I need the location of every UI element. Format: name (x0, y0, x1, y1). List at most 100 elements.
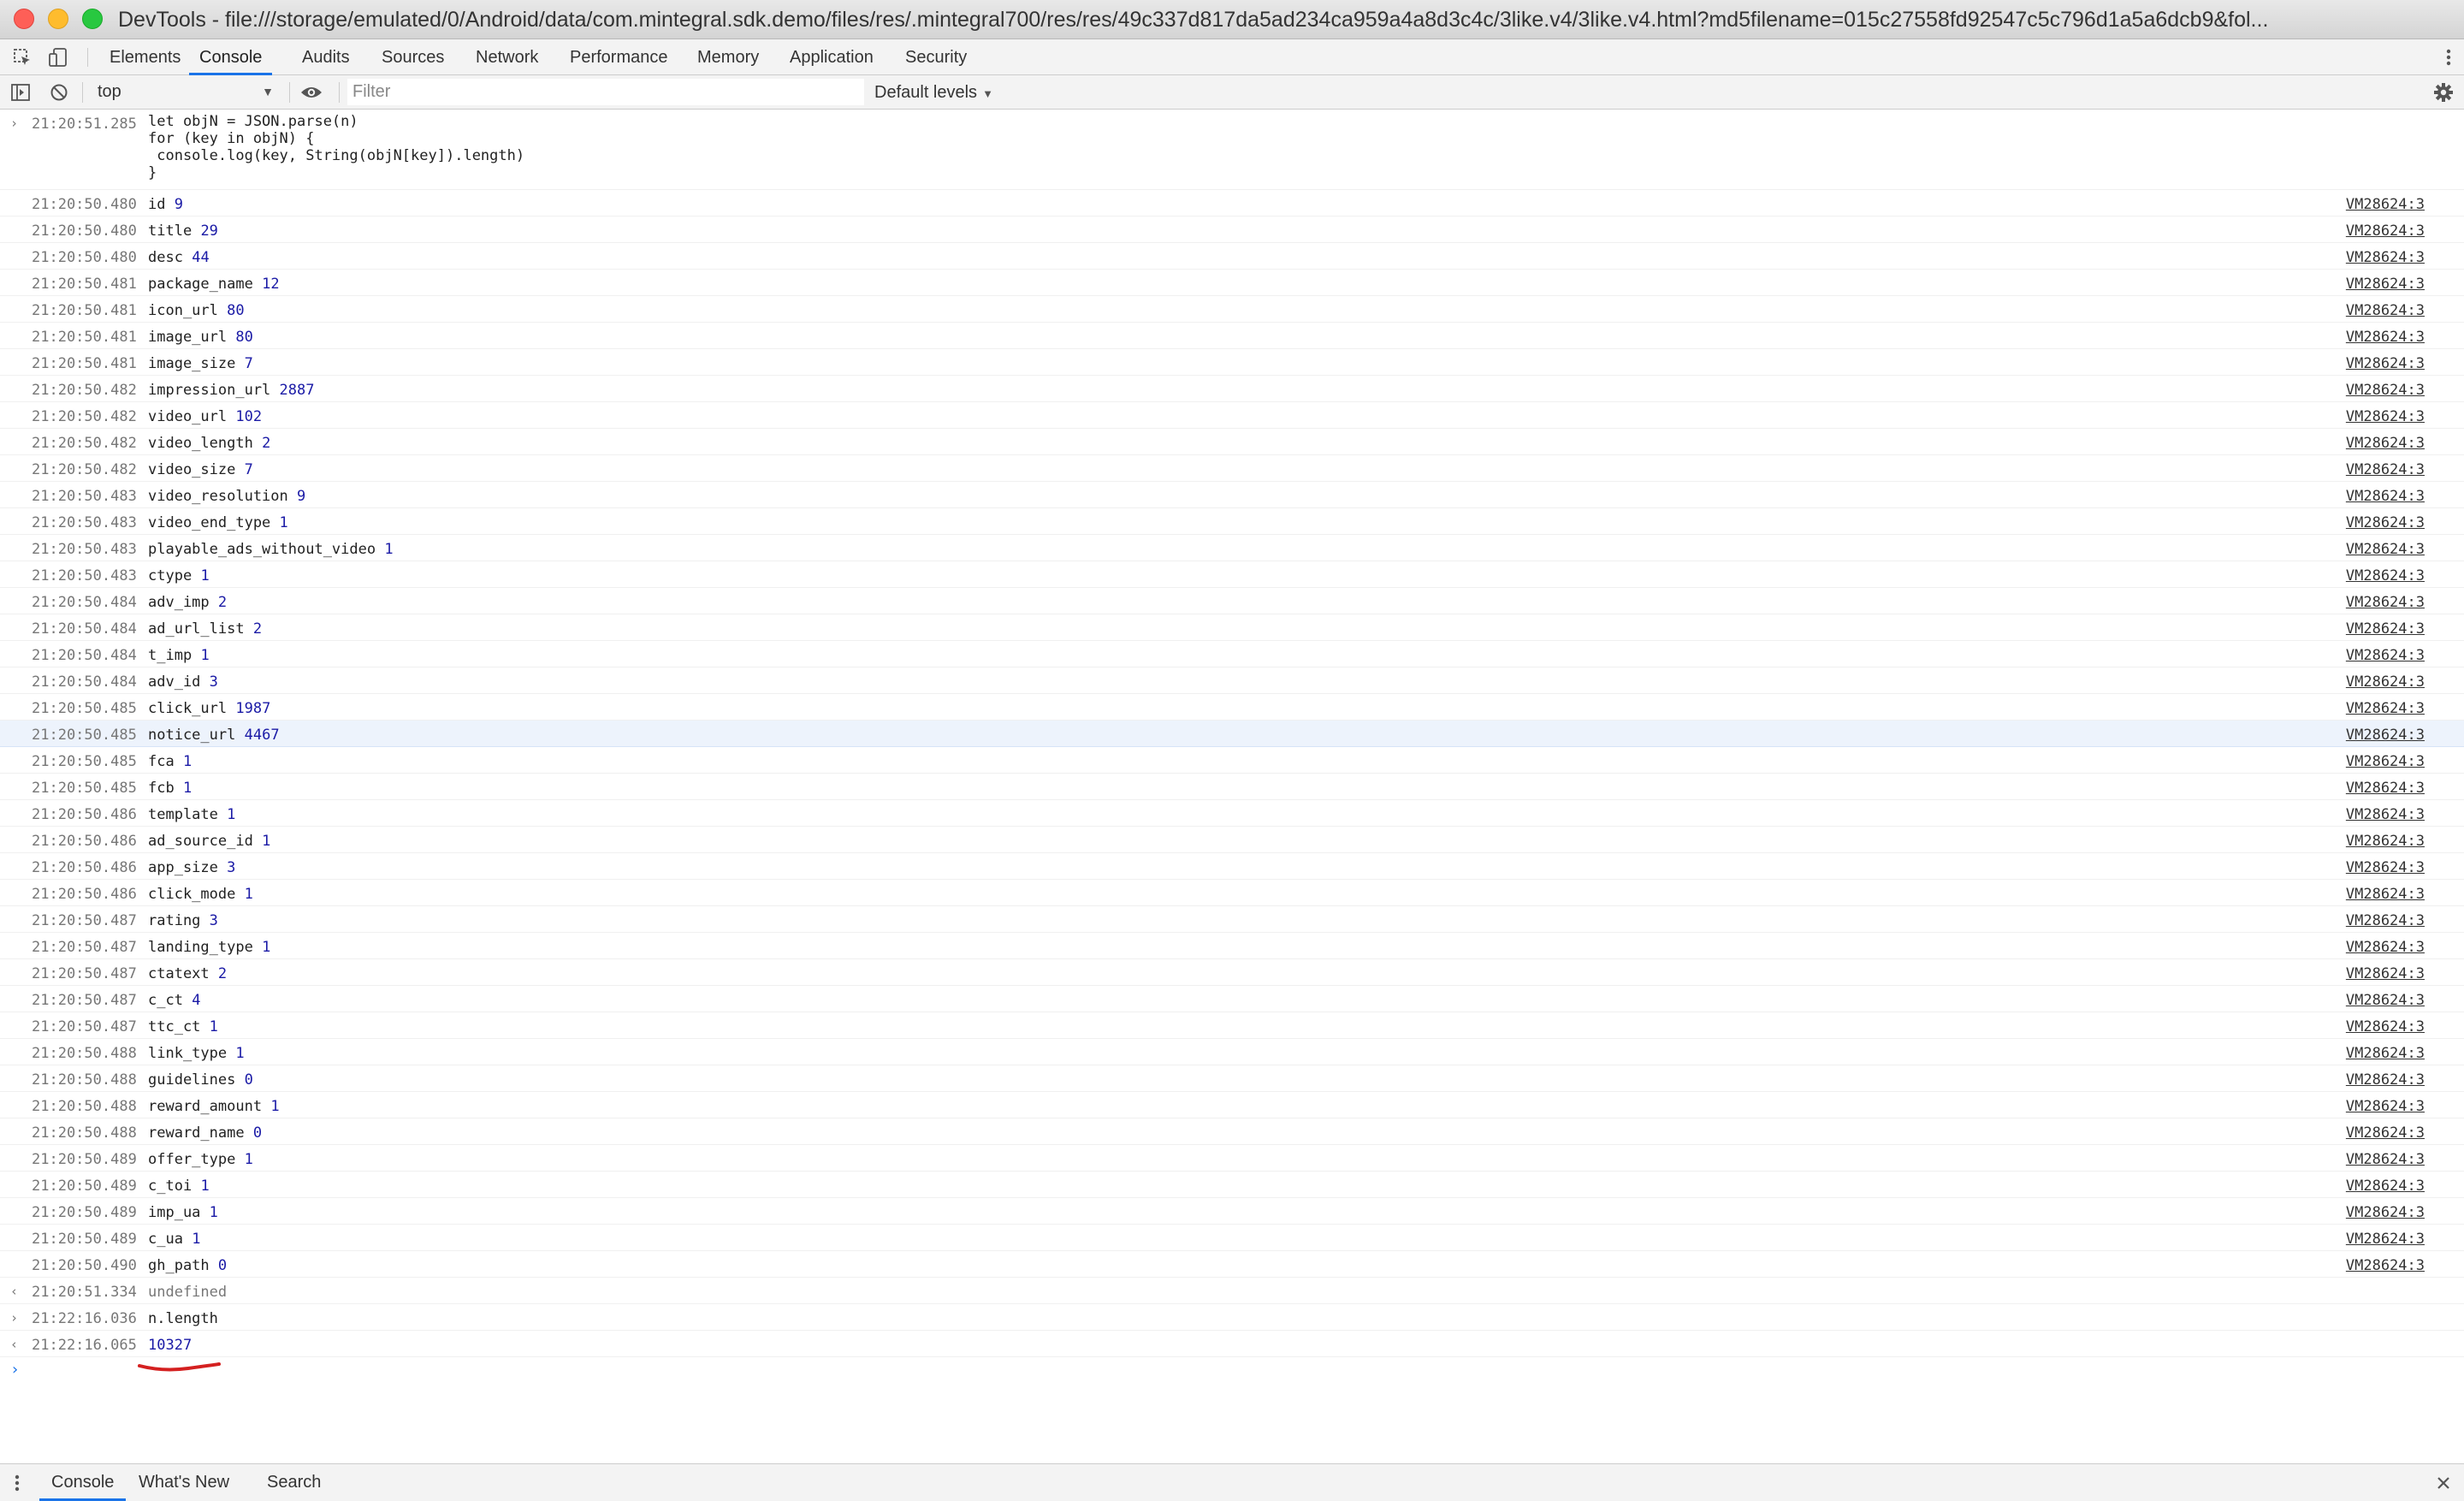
log-value: 2 (252, 620, 263, 638)
source-link[interactable]: VM28624:3 (2346, 355, 2425, 372)
tab-elements[interactable]: Elements (110, 39, 181, 75)
tab-sources[interactable]: Sources (382, 39, 444, 75)
source-link[interactable]: VM28624:3 (2346, 1124, 2425, 1142)
inspect-element-icon[interactable] (5, 39, 39, 75)
log-key: reward_amount (148, 1098, 263, 1115)
log-key: video_length (148, 435, 253, 452)
minimize-window-button[interactable] (48, 9, 68, 29)
log-key: ctatext (148, 965, 210, 982)
log-value: 80 (235, 329, 253, 346)
tab-console[interactable]: Console (189, 39, 273, 75)
source-link[interactable]: VM28624:3 (2346, 1071, 2425, 1089)
log-key: ad_source_id (148, 833, 253, 850)
log-value: 1 (244, 1151, 253, 1168)
console-log-row: 21:20:50.490 gh_path 0 VM28624:3 (0, 1251, 2464, 1278)
tab-network[interactable]: Network (476, 39, 538, 75)
console-log-row: 21:20:50.487 rating 3 VM28624:3 (0, 906, 2464, 933)
source-link[interactable]: VM28624:3 (2346, 302, 2425, 319)
source-link[interactable]: VM28624:3 (2346, 1018, 2425, 1035)
sidebar-toggle-icon[interactable] (10, 75, 31, 110)
source-link[interactable]: VM28624:3 (2346, 567, 2425, 584)
console-prompt[interactable]: › (0, 1357, 2464, 1384)
console-messages[interactable]: › 21:20:51.285 let objN = JSON.parse(n) f… (0, 110, 2464, 1463)
tab-memory[interactable]: Memory (697, 39, 759, 75)
source-link[interactable]: VM28624:3 (2346, 727, 2425, 744)
source-link[interactable]: VM28624:3 (2346, 1098, 2425, 1115)
log-value: 3 (209, 912, 218, 929)
source-link[interactable]: VM28624:3 (2346, 461, 2425, 478)
source-link[interactable]: VM28624:3 (2346, 753, 2425, 770)
source-link[interactable]: VM28624:3 (2346, 196, 2425, 213)
source-link[interactable]: VM28624:3 (2346, 833, 2425, 850)
close-icon[interactable] (2435, 1464, 2452, 1501)
log-key: image_url (148, 329, 228, 346)
source-link[interactable]: VM28624:3 (2346, 488, 2425, 505)
log-value: 3 (209, 673, 218, 691)
source-link[interactable]: VM28624:3 (2346, 673, 2425, 691)
log-levels-dropdown[interactable]: Default levels ▼ (874, 75, 993, 110)
log-value: 102 (235, 408, 263, 425)
source-link[interactable]: VM28624:3 (2346, 859, 2425, 876)
source-link[interactable]: VM28624:3 (2346, 382, 2425, 399)
log-message: id 9 (148, 196, 183, 213)
tab-security[interactable]: Security (905, 39, 967, 75)
log-key: ctype (148, 567, 192, 584)
drawer-tab-whats-new[interactable]: What's New (139, 1464, 229, 1501)
kebab-menu-icon[interactable] (2445, 39, 2452, 75)
log-key: video_resolution (148, 488, 288, 505)
source-link[interactable]: VM28624:3 (2346, 408, 2425, 425)
source-link[interactable]: VM28624:3 (2346, 1151, 2425, 1168)
log-key: icon_url (148, 302, 218, 319)
source-link[interactable]: VM28624:3 (2346, 965, 2425, 982)
source-link[interactable]: VM28624:3 (2346, 1231, 2425, 1248)
eye-icon[interactable] (299, 75, 323, 110)
device-toggle-icon[interactable] (41, 39, 75, 75)
prompt-chevron-icon: › (10, 1361, 20, 1379)
timestamp: 21:20:50.482 (32, 382, 137, 399)
source-link[interactable]: VM28624:3 (2346, 806, 2425, 823)
source-link[interactable]: VM28624:3 (2346, 780, 2425, 797)
source-link[interactable]: VM28624:3 (2346, 541, 2425, 558)
source-link[interactable]: VM28624:3 (2346, 1204, 2425, 1221)
tab-application[interactable]: Application (790, 39, 874, 75)
source-link[interactable]: VM28624:3 (2346, 594, 2425, 611)
gear-icon[interactable] (2433, 75, 2454, 110)
log-message: fcb 1 (148, 780, 192, 797)
log-message: desc 44 (148, 249, 210, 266)
source-link[interactable]: VM28624:3 (2346, 992, 2425, 1009)
console-log-row: 21:20:50.484 adv_imp 2 VM28624:3 (0, 588, 2464, 614)
log-value: 2 (217, 594, 228, 611)
source-link[interactable]: VM28624:3 (2346, 514, 2425, 531)
source-link[interactable]: VM28624:3 (2346, 647, 2425, 664)
source-link[interactable]: VM28624:3 (2346, 329, 2425, 346)
source-link[interactable]: VM28624:3 (2346, 620, 2425, 638)
log-value: 1 (200, 567, 210, 584)
log-key: fcb (148, 780, 175, 797)
source-link[interactable]: VM28624:3 (2346, 276, 2425, 293)
filter-input[interactable] (347, 79, 864, 105)
console-log-row: 21:20:50.485 fcb 1 VM28624:3 (0, 774, 2464, 800)
source-link[interactable]: VM28624:3 (2346, 222, 2425, 240)
console-log-row: 21:20:50.483 ctype 1 VM28624:3 (0, 561, 2464, 588)
zoom-window-button[interactable] (82, 9, 103, 29)
drawer-kebab-icon[interactable] (14, 1464, 21, 1501)
source-link[interactable]: VM28624:3 (2346, 249, 2425, 266)
log-key: playable_ads_without_video (148, 541, 376, 558)
tab-performance[interactable]: Performance (570, 39, 668, 75)
console-log-row: 21:20:50.481 icon_url 80 VM28624:3 (0, 296, 2464, 323)
source-link[interactable]: VM28624:3 (2346, 1045, 2425, 1062)
drawer-tab-console[interactable]: Console (39, 1464, 127, 1501)
console-log-row: 21:20:50.480 id 9 VM28624:3 (0, 190, 2464, 217)
drawer-tab-search[interactable]: Search (267, 1464, 321, 1501)
close-window-button[interactable] (14, 9, 34, 29)
source-link[interactable]: VM28624:3 (2346, 886, 2425, 903)
tab-audits[interactable]: Audits (302, 39, 350, 75)
source-link[interactable]: VM28624:3 (2346, 939, 2425, 956)
source-link[interactable]: VM28624:3 (2346, 912, 2425, 929)
context-selector[interactable]: top ▼ (89, 79, 281, 104)
clear-console-icon[interactable] (50, 75, 68, 110)
source-link[interactable]: VM28624:3 (2346, 700, 2425, 717)
source-link[interactable]: VM28624:3 (2346, 1178, 2425, 1195)
source-link[interactable]: VM28624:3 (2346, 435, 2425, 452)
source-link[interactable]: VM28624:3 (2346, 1257, 2425, 1274)
